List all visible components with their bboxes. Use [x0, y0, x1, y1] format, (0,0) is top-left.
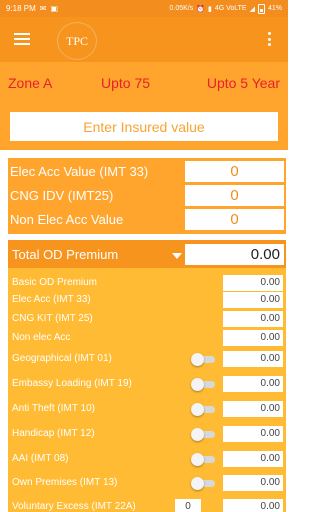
geographical-value: 0.00 [223, 351, 283, 367]
signal-icon: ▮ [207, 5, 212, 13]
geographical-label: Geographical (IMT 01) [12, 353, 112, 364]
non-elec-acc-row: Non Elec Acc Value 0 [8, 209, 286, 231]
network-speed: 0.05K/s [169, 5, 194, 12]
aai-toggle[interactable] [191, 453, 215, 466]
list-item: CNG KIT (IMT 25) 0.00 [8, 310, 286, 328]
zone-bar: Zone A Upto 75 Upto 5 Year [0, 62, 288, 104]
basic-od-value: 0.00 [223, 275, 283, 291]
accessory-values-panel: Elec Acc Value (IMT 33) 0 CNG IDV (IMT25… [8, 158, 286, 234]
elec-acc-row: Elec Acc Value (IMT 33) 0 [8, 161, 286, 183]
non-elec-acc-input[interactable]: 0 [185, 209, 284, 230]
elec-acc-label: Elec Acc Value (IMT 33) [10, 164, 149, 179]
own-premises-toggle[interactable] [191, 477, 215, 490]
network-type: 4G VoLTE [214, 5, 247, 12]
more-vert-icon[interactable] [266, 32, 272, 46]
embassy-loading-label: Embassy Loading (IMT 19) [12, 378, 132, 389]
list-item: Own Premises (IMT 13) 0.00 [8, 474, 286, 492]
non-elec-acc-premium-value: 0.00 [223, 330, 283, 346]
voluntary-excess-input[interactable]: 0 [175, 499, 201, 512]
notification-icon-2: ▣ [50, 4, 59, 13]
battery-level: 41% [267, 5, 282, 12]
own-premises-label: Own Premises (IMT 13) [12, 477, 118, 488]
zone-label[interactable]: Zone A [8, 75, 93, 91]
own-premises-value: 0.00 [223, 475, 283, 491]
notification-icon: ✉ [39, 4, 47, 13]
handicap-label: Handicap (IMT 12) [12, 428, 95, 439]
status-bar: 9:18 PM ✉ ▣ 0.05K/s ⏰ ▮ 4G VoLTE ◢ 41% [0, 0, 288, 17]
od-premium-header[interactable]: Total OD Premium 0.00 [8, 240, 286, 268]
list-item: Basic OD Premium 0.00 [8, 274, 286, 292]
anti-theft-value: 0.00 [223, 401, 283, 417]
basic-od-label: Basic OD Premium [12, 277, 98, 288]
elec-acc-input[interactable]: 0 [185, 161, 284, 182]
embassy-loading-toggle[interactable] [191, 378, 215, 391]
voluntary-excess-value: 0.00 [223, 499, 283, 512]
od-premium-total: 0.00 [185, 244, 284, 265]
anti-theft-label: Anti Theft (IMT 10) [12, 403, 95, 414]
embassy-loading-value: 0.00 [223, 376, 283, 392]
od-premium-panel: Total OD Premium 0.00 Basic OD Premium 0… [8, 240, 286, 512]
list-item: Anti Theft (IMT 10) 0.00 [8, 400, 286, 418]
elec-acc-premium-label: Elec Acc (IMT 33) [12, 294, 91, 305]
list-item: Voluntary Excess (IMT 22A) 0 0.00 [8, 498, 286, 512]
status-time: 9:18 PM [6, 4, 36, 13]
battery-icon [257, 3, 265, 14]
non-elec-acc-label: Non Elec Acc Value [10, 212, 124, 227]
elec-acc-premium-value: 0.00 [223, 292, 283, 308]
app-bar: TPC [0, 17, 288, 62]
alarm-icon: ⏰ [196, 5, 205, 13]
list-item: AAI (IMT 08) 0.00 [8, 450, 286, 468]
handicap-value: 0.00 [223, 426, 283, 442]
cng-kit-label: CNG KIT (IMT 25) [12, 313, 93, 324]
cng-kit-value: 0.00 [223, 311, 283, 327]
od-premium-title: Total OD Premium [12, 247, 119, 262]
list-item: Geographical (IMT 01) 0.00 [8, 350, 286, 368]
cng-idv-label: CNG IDV (IMT25) [10, 188, 114, 203]
handicap-toggle[interactable] [191, 428, 215, 441]
chevron-down-icon[interactable] [172, 253, 182, 259]
age-label[interactable]: Upto 5 Year [207, 75, 280, 91]
insured-value-input[interactable] [10, 112, 278, 141]
list-item: Handicap (IMT 12) 0.00 [8, 425, 286, 443]
list-item: Non elec Acc 0.00 [8, 329, 286, 347]
hamburger-menu-icon[interactable] [14, 33, 30, 45]
aai-value: 0.00 [223, 451, 283, 467]
signal-strength-icon: ◢ [249, 5, 255, 13]
aai-label: AAI (IMT 08) [12, 453, 69, 464]
list-item: Elec Acc (IMT 33) 0.00 [8, 291, 286, 309]
non-elec-acc-premium-label: Non elec Acc [12, 332, 71, 343]
voluntary-excess-label: Voluntary Excess (IMT 22A) [12, 501, 136, 512]
cng-idv-input[interactable]: 0 [185, 185, 284, 206]
insured-value-section [0, 104, 288, 150]
cc-label[interactable]: Upto 75 [93, 75, 207, 91]
cng-idv-row: CNG IDV (IMT25) 0 [8, 185, 286, 207]
app-logo: TPC [57, 22, 97, 60]
geographical-toggle[interactable] [191, 353, 215, 366]
anti-theft-toggle[interactable] [191, 403, 215, 416]
list-item: Embassy Loading (IMT 19) 0.00 [8, 375, 286, 393]
